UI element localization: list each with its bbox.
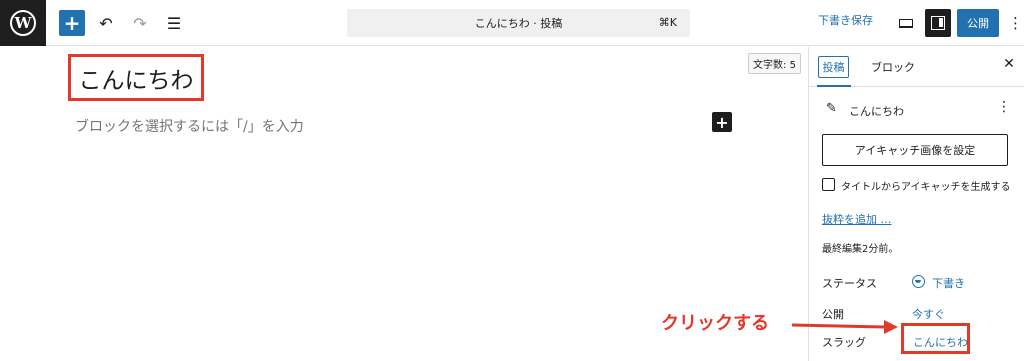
generate-from-title-checkbox[interactable] (822, 178, 835, 191)
tab-block[interactable]: ブロック (871, 59, 915, 75)
wordpress-logo-icon: W (10, 10, 36, 36)
slug-label: スラッグ (822, 336, 866, 349)
close-icon[interactable]: ✕ (1000, 56, 1018, 72)
last-edited-text: 最終編集2分前。 (822, 244, 899, 255)
status-value[interactable]: 下書き (932, 275, 965, 291)
active-tab-indicator (817, 85, 851, 87)
settings-sidebar: 投稿 ブロック ✕ ✎ こんにちわ ⋮ アイキャッチ画像を設定 タイトルからアイ… (808, 47, 1024, 361)
command-shortcut: ⌘K (658, 16, 677, 29)
post-actions-icon[interactable]: ⋮ (997, 99, 1011, 115)
annotation-label: クリックする (661, 313, 769, 334)
save-draft-button[interactable]: 下書き保存 (818, 12, 873, 28)
redo-button[interactable]: ↷ (126, 9, 154, 37)
sidebar-panel-icon (931, 16, 945, 30)
command-palette-bar[interactable]: こんにちわ · 投稿 ⌘K (347, 9, 690, 37)
block-placeholder[interactable]: ブロックを選択するには「/」を入力 (75, 116, 304, 136)
command-palette-title: こんにちわ · 投稿 (474, 17, 563, 30)
wordpress-logo-button[interactable]: W (0, 0, 46, 46)
sidebar-tabs: 投稿 ブロック ✕ (809, 47, 1024, 87)
generate-from-title-label: タイトルからアイキャッチを生成する (841, 182, 1011, 193)
block-inserter-button[interactable]: + (59, 10, 85, 36)
options-menu-icon[interactable]: ⋮ (1008, 10, 1023, 36)
post-title[interactable]: こんにちわ (68, 54, 204, 101)
publish-date-value[interactable]: 今すぐ (912, 306, 945, 322)
publish-button[interactable]: 公開 (957, 9, 999, 37)
tab-post[interactable]: 投稿 (818, 56, 849, 78)
desktop-preview-icon (899, 18, 913, 28)
word-count-badge: 文字数: 5 (748, 53, 801, 74)
inline-add-block-button[interactable]: + (712, 112, 732, 132)
undo-button[interactable]: ↶ (92, 9, 120, 37)
post-icon: ✎ (826, 101, 837, 116)
editor-header: W + ↶ ↷ ☰ こんにちわ · 投稿 ⌘K 下書き保存 公開 ⋮ (0, 0, 1024, 46)
status-label: ステータス (822, 277, 877, 290)
add-excerpt-link[interactable]: 抜粋を追加 … (822, 211, 892, 227)
set-featured-image-button[interactable]: アイキャッチ画像を設定 (822, 134, 1008, 166)
post-card-title: こんにちわ (849, 105, 904, 118)
slug-highlight-box (901, 323, 970, 354)
annotation-arrow-icon (792, 320, 898, 334)
settings-toggle-button[interactable] (925, 9, 951, 37)
draft-status-icon (912, 275, 925, 288)
document-overview-button[interactable]: ☰ (160, 9, 188, 37)
preview-button[interactable] (895, 9, 917, 37)
